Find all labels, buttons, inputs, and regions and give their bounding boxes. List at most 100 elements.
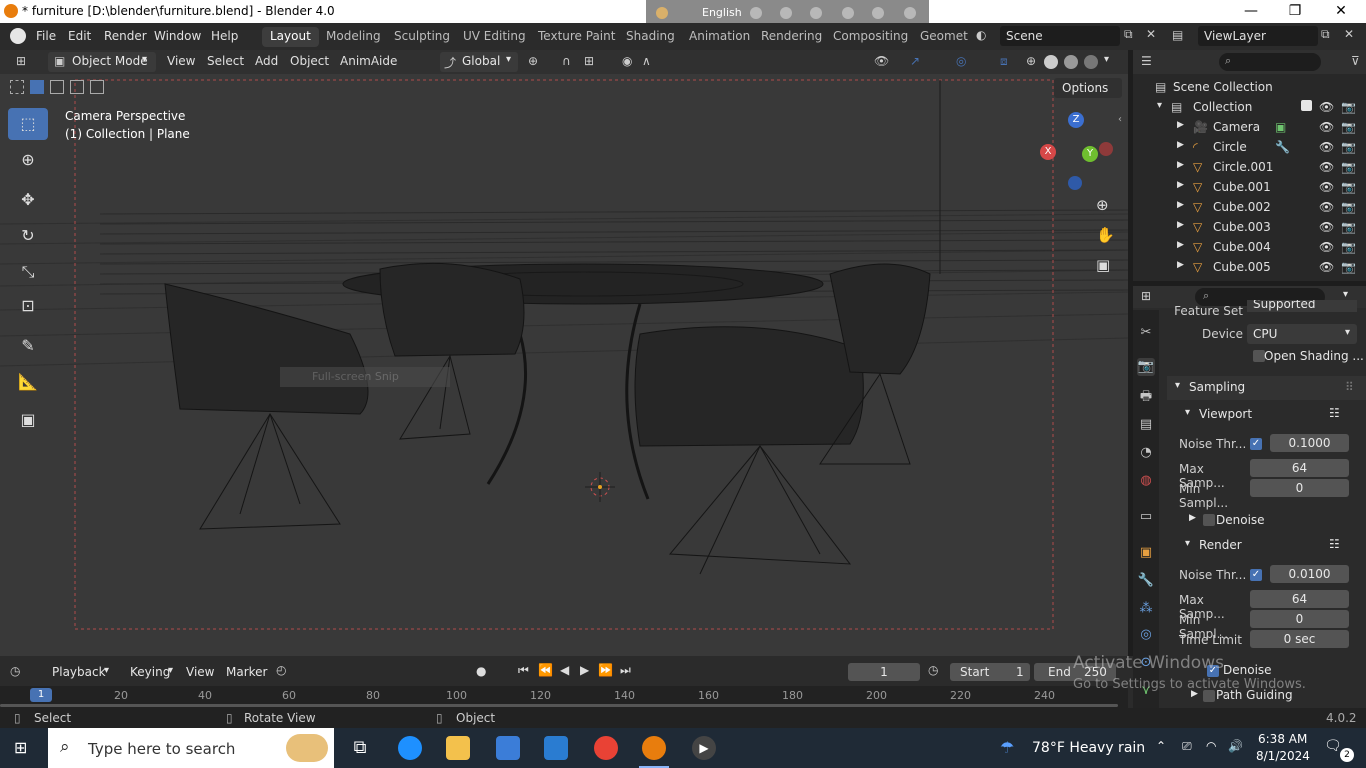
eye-icon[interactable]: 👁: [1319, 120, 1334, 134]
gizmo-z-axis[interactable]: Z: [1068, 112, 1084, 128]
collection-tab-icon[interactable]: ▭: [1137, 508, 1155, 526]
camera-render-icon[interactable]: 📷: [1341, 200, 1356, 214]
clock-time[interactable]: 6:38 AM: [1258, 732, 1307, 746]
volume-icon[interactable]: 🔊: [1228, 739, 1243, 753]
preset-list-icon[interactable]: ☷: [1329, 537, 1340, 551]
new-view-layer-icon[interactable]: ⧉: [1321, 27, 1330, 42]
camera-render-icon[interactable]: 📷: [1341, 100, 1356, 114]
time-limit-field[interactable]: 0 sec: [1250, 630, 1349, 648]
tab-animation[interactable]: Animation: [681, 27, 758, 47]
hand-pan-icon[interactable]: ✋: [1096, 226, 1116, 246]
tool-add-cube[interactable]: ▣: [8, 404, 48, 436]
tab-sculpting[interactable]: Sculpting: [386, 27, 458, 47]
language-label[interactable]: English: [702, 6, 742, 19]
particles-tab-icon[interactable]: ⁂: [1137, 600, 1155, 618]
help-icon[interactable]: [872, 7, 884, 19]
output-tab-icon[interactable]: 🖶: [1137, 388, 1155, 406]
denoise-subpanel-header[interactable]: ▶ Denoise: [1175, 510, 1358, 530]
brush-icon[interactable]: [780, 7, 792, 19]
navigation-gizmo[interactable]: Z X Y: [1040, 112, 1120, 192]
filter-icon[interactable]: ⊽: [1351, 54, 1360, 68]
camera-render-icon[interactable]: 📷: [1341, 260, 1356, 274]
preset-list-icon[interactable]: ☷: [1329, 406, 1340, 420]
view-layer-field[interactable]: ViewLayer: [1198, 26, 1318, 46]
weather-icon[interactable]: ☂: [1000, 738, 1022, 758]
select-new-icon[interactable]: [10, 80, 24, 94]
exclude-checkbox[interactable]: [1301, 100, 1312, 111]
store-icon[interactable]: [496, 736, 520, 760]
tool-move[interactable]: ✥: [8, 184, 48, 216]
cloud-icon[interactable]: [750, 7, 762, 19]
chevron-right-icon[interactable]: ▶: [1177, 180, 1184, 190]
eye-icon[interactable]: 👁: [1319, 200, 1334, 214]
ime-icon[interactable]: [656, 7, 668, 19]
play-icon[interactable]: ▶: [580, 663, 589, 677]
visibility-icon[interactable]: 👁: [874, 54, 889, 68]
viewport-subpanel-header[interactable]: ▾ Viewport ☷: [1175, 404, 1358, 424]
taskbar-search-box[interactable]: ⌕ Type here to search: [48, 728, 334, 768]
blender-menu-icon[interactable]: [10, 28, 26, 44]
chevron-right-icon[interactable]: ▶: [1177, 160, 1184, 170]
tool-rotate[interactable]: ↻: [8, 220, 48, 252]
tab-uv-editing[interactable]: UV Editing: [455, 27, 534, 47]
sidebar-toggle-icon[interactable]: ‹: [1118, 114, 1122, 125]
physics-tab-icon[interactable]: ◎: [1137, 626, 1155, 644]
chevron-right-icon[interactable]: ▶: [1177, 240, 1184, 250]
render-max-field[interactable]: 64: [1250, 590, 1349, 608]
modifier-tab-icon[interactable]: 🔧: [1137, 572, 1155, 590]
chevron-right-icon[interactable]: ▶: [1177, 220, 1184, 230]
chevron-down-icon[interactable]: ▾: [1157, 100, 1162, 111]
wifi-icon[interactable]: ◠: [1206, 739, 1216, 753]
world-tab-icon[interactable]: ◍: [1137, 472, 1155, 490]
mail-icon[interactable]: [544, 736, 568, 760]
remove-view-layer-icon[interactable]: ✕: [1344, 27, 1354, 41]
tab-compositing[interactable]: Compositing: [825, 27, 916, 47]
render-min-field[interactable]: 0: [1250, 610, 1349, 628]
orientation-selector[interactable]: ⤴ Global ▾: [440, 52, 518, 72]
chevron-right-icon[interactable]: ▶: [1177, 260, 1184, 270]
eye-icon[interactable]: 👁: [1319, 260, 1334, 274]
menu-window[interactable]: Window: [154, 29, 201, 43]
scene-icon[interactable]: ◐: [976, 28, 994, 44]
scene-tab-icon[interactable]: ◔: [1137, 444, 1155, 462]
menu-marker[interactable]: Marker: [226, 665, 267, 679]
eye-icon[interactable]: 👁: [1319, 100, 1334, 114]
outliner-row-cube-005[interactable]: ▶ ▽ Cube.005 👁 📷: [1133, 257, 1366, 277]
render-tab-icon[interactable]: 📷: [1137, 358, 1155, 376]
outliner-row-circle[interactable]: ▶ ◜ Circle 🔧 👁 📷: [1133, 137, 1366, 157]
settings-icon[interactable]: [810, 7, 822, 19]
properties-editor-icon[interactable]: ⊞: [1141, 289, 1151, 303]
viewport-noise-field[interactable]: 0.1000: [1270, 434, 1349, 452]
pivot-icon[interactable]: ⊕: [528, 54, 538, 68]
menu-file[interactable]: File: [36, 29, 56, 43]
outliner-row-cube-004[interactable]: ▶ ▽ Cube.004 👁 📷: [1133, 237, 1366, 257]
feature-set-dropdown[interactable]: Supported: [1247, 300, 1357, 312]
device-icon[interactable]: ⎚: [1182, 739, 1192, 754]
chrome-icon[interactable]: [594, 736, 618, 760]
shading-options-icon[interactable]: ▾: [1104, 54, 1109, 65]
drag-handle-icon[interactable]: ⠿: [1345, 380, 1354, 394]
menu-edit[interactable]: Edit: [68, 29, 91, 43]
gizmo-toggle-icon[interactable]: ↗: [910, 54, 920, 68]
viewport-max-field[interactable]: 64: [1250, 459, 1349, 477]
camera-render-icon[interactable]: 📷: [1341, 220, 1356, 234]
menu-select[interactable]: Select: [207, 54, 244, 68]
gizmo-y-axis[interactable]: Y: [1082, 146, 1098, 162]
scene-field[interactable]: Scene: [1000, 26, 1120, 46]
menu-add[interactable]: Add: [255, 54, 278, 68]
editor-type-icon[interactable]: ⊞: [16, 54, 26, 68]
options-button[interactable]: Options: [1054, 78, 1122, 98]
windows-start-icon[interactable]: ⊞: [14, 739, 32, 757]
tool-transform[interactable]: ⊡: [8, 290, 48, 322]
tool-select-box[interactable]: ⬚: [8, 108, 48, 140]
minimize-button[interactable]: —: [1228, 0, 1274, 23]
tool-tab-icon[interactable]: ✂: [1137, 324, 1155, 342]
outliner-row-cube-002[interactable]: ▶ ▽ Cube.002 👁 📷: [1133, 197, 1366, 217]
jump-end-icon[interactable]: ⏭: [620, 663, 631, 678]
camera-render-icon[interactable]: 📷: [1341, 240, 1356, 254]
render-noise-checkbox[interactable]: ✓: [1250, 569, 1262, 581]
material-shading-icon[interactable]: [1064, 55, 1078, 69]
rendered-shading-icon[interactable]: [1084, 55, 1098, 69]
camera-render-icon[interactable]: 📷: [1341, 140, 1356, 154]
menu-animaide[interactable]: AnimAide: [340, 54, 397, 68]
